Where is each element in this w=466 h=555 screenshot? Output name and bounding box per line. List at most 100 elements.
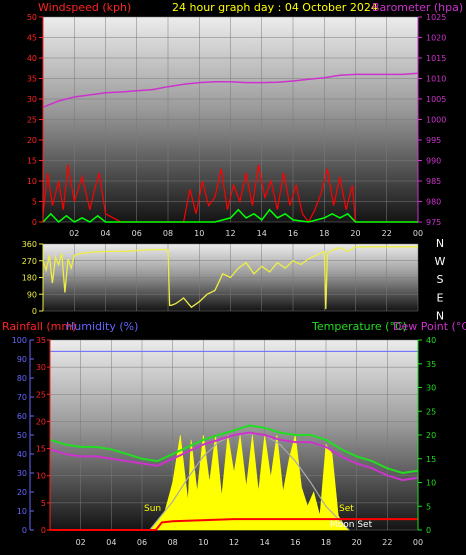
- windspeed-tick-label: 10: [27, 177, 37, 186]
- weather-chart: Windspeed (kph) 24 hour graph day : 04 O…: [2, 1, 466, 547]
- sunrise-label: Sun: [144, 504, 161, 514]
- rainfall-tick-label: 0: [41, 526, 46, 535]
- temperature-tick-label: 0: [426, 526, 431, 535]
- time-tick-label: 02: [76, 538, 86, 547]
- time-tick-label: 06: [137, 538, 147, 547]
- compass-axis: NWSEN: [435, 237, 446, 322]
- rainfall-axis: 0 5 10 15 20 25 30 35: [36, 336, 51, 535]
- windspeed-tick-label: 40: [27, 54, 37, 63]
- humidity-axis: 0 10 20 30 40 50 60 70 80 90 100: [12, 336, 34, 535]
- windspeed-tick-label: 0: [32, 218, 37, 227]
- direction-tick-label: 360: [22, 240, 37, 249]
- rainfall-tick-label: 10: [36, 472, 46, 481]
- time-tick-label: 16: [288, 229, 298, 238]
- windspeed-tick-label: 50: [27, 13, 37, 22]
- compass-label: N: [436, 237, 444, 250]
- humidity-tick-label: 30: [17, 469, 27, 478]
- time-tick-label: 04: [106, 538, 116, 547]
- moonset-label: Moon Set: [330, 520, 373, 530]
- direction-tick-label: 270: [22, 257, 37, 266]
- windspeed-tick-label: 45: [27, 34, 37, 43]
- temperature-tick-label: 40: [426, 336, 436, 345]
- temperature-tick-label: 20: [426, 431, 436, 440]
- humidity-tick-label: 60: [17, 412, 27, 421]
- direction-tick-label: 90: [27, 290, 37, 299]
- windspeed-tick-label: 25: [27, 116, 37, 125]
- direction-tick-label: 180: [22, 274, 37, 283]
- time-tick-label: 00: [413, 538, 423, 547]
- time-tick-label: 04: [100, 229, 110, 238]
- humidity-tick-label: 90: [17, 355, 27, 364]
- temperature-axis: 0 5 10 15 20 25 30 35 40: [417, 336, 436, 535]
- time-tick-label: 14: [257, 229, 267, 238]
- windspeed-tick-label: 35: [27, 75, 37, 84]
- rainfall-tick-label: 30: [36, 363, 46, 372]
- time-tick-label: 20: [350, 229, 360, 238]
- rainfall-tick-label: 5: [41, 499, 46, 508]
- rainfall-tick-label: 15: [36, 445, 46, 454]
- windspeed-tick-label: 20: [27, 136, 37, 145]
- dewpoint-axis-title: Dew Point (°C): [393, 320, 466, 333]
- barometer-axis-title: Barometer (hpa): [372, 1, 463, 14]
- time-tick-label: 22: [382, 538, 392, 547]
- humidity-tick-label: 70: [17, 393, 27, 402]
- humidity-tick-label: 40: [17, 450, 27, 459]
- humidity-tick-label: 100: [12, 336, 27, 345]
- humidity-tick-label: 20: [17, 488, 27, 497]
- windspeed-axis-title: Windspeed (kph): [38, 1, 131, 14]
- time-tick-label: 20: [352, 538, 362, 547]
- barometer-tick-label: 990: [426, 157, 441, 166]
- windspeed-tick-label: 30: [27, 95, 37, 104]
- time-tick-label: 18: [321, 538, 331, 547]
- temperature-tick-label: 5: [426, 502, 431, 511]
- time-axis-bottom: 02 04 06 08 10 12 14 16 18 20 22 00: [76, 538, 424, 547]
- barometer-tick-label: 975: [426, 218, 441, 227]
- barometer-tick-label: 1000: [426, 116, 446, 125]
- barometer-tick-label: 995: [426, 136, 441, 145]
- windspeed-tick-label: 15: [27, 157, 37, 166]
- time-tick-label: 00: [413, 229, 423, 238]
- temperature-tick-label: 25: [426, 407, 436, 416]
- humidity-axis-title: Humidity (%): [66, 320, 138, 333]
- compass-label: E: [437, 291, 444, 304]
- windspeed-axis: 0 5 10 15 20 25 30 35 40 45 50: [27, 13, 44, 227]
- humidity-tick-label: 80: [17, 374, 27, 383]
- barometer-tick-label: 1025: [426, 13, 446, 22]
- sunset-label: Set: [339, 504, 354, 514]
- time-tick-label: 10: [194, 229, 204, 238]
- direction-degrees-axis: 0 90 180 270 360: [22, 240, 44, 316]
- time-tick-label: 10: [198, 538, 208, 547]
- time-tick-label: 02: [69, 229, 79, 238]
- humidity-tick-label: 0: [22, 526, 27, 535]
- time-tick-label: 14: [260, 538, 270, 547]
- barometer-tick-label: 1015: [426, 54, 446, 63]
- time-tick-label: 22: [382, 229, 392, 238]
- time-tick-label: 16: [290, 538, 300, 547]
- barometer-tick-label: 1020: [426, 34, 446, 43]
- barometer-tick-label: 985: [426, 177, 441, 186]
- windspeed-tick-label: 5: [32, 198, 37, 207]
- temperature-tick-label: 30: [426, 384, 436, 393]
- time-tick-label: 08: [163, 229, 173, 238]
- humidity-tick-label: 10: [17, 507, 27, 516]
- barometer-tick-label: 1010: [426, 75, 446, 84]
- time-tick-label: 08: [168, 538, 178, 547]
- temperature-tick-label: 10: [426, 479, 436, 488]
- time-tick-label: 12: [229, 538, 239, 547]
- time-tick-label: 18: [319, 229, 329, 238]
- rainfall-tick-label: 35: [36, 336, 46, 345]
- rainfall-tick-label: 25: [36, 390, 46, 399]
- barometer-axis: 975 980 985 990 995 1000 1005 1010 1015 1020 1025: [417, 13, 446, 227]
- time-axis-top: 02 04 06 08 10 12 14 16 18 20 22 00: [69, 229, 423, 238]
- compass-label: W: [435, 255, 446, 268]
- humidity-tick-label: 50: [17, 431, 27, 440]
- time-tick-label: 06: [132, 229, 142, 238]
- barometer-tick-label: 980: [426, 198, 441, 207]
- rainfall-tick-label: 20: [36, 417, 46, 426]
- chart-title: 24 hour graph day : 04 October 2024: [172, 1, 378, 14]
- barometer-tick-label: 1005: [426, 95, 446, 104]
- direction-tick-label: 0: [32, 307, 37, 316]
- compass-label: S: [437, 273, 444, 286]
- time-tick-label: 12: [225, 229, 235, 238]
- temperature-tick-label: 15: [426, 455, 436, 464]
